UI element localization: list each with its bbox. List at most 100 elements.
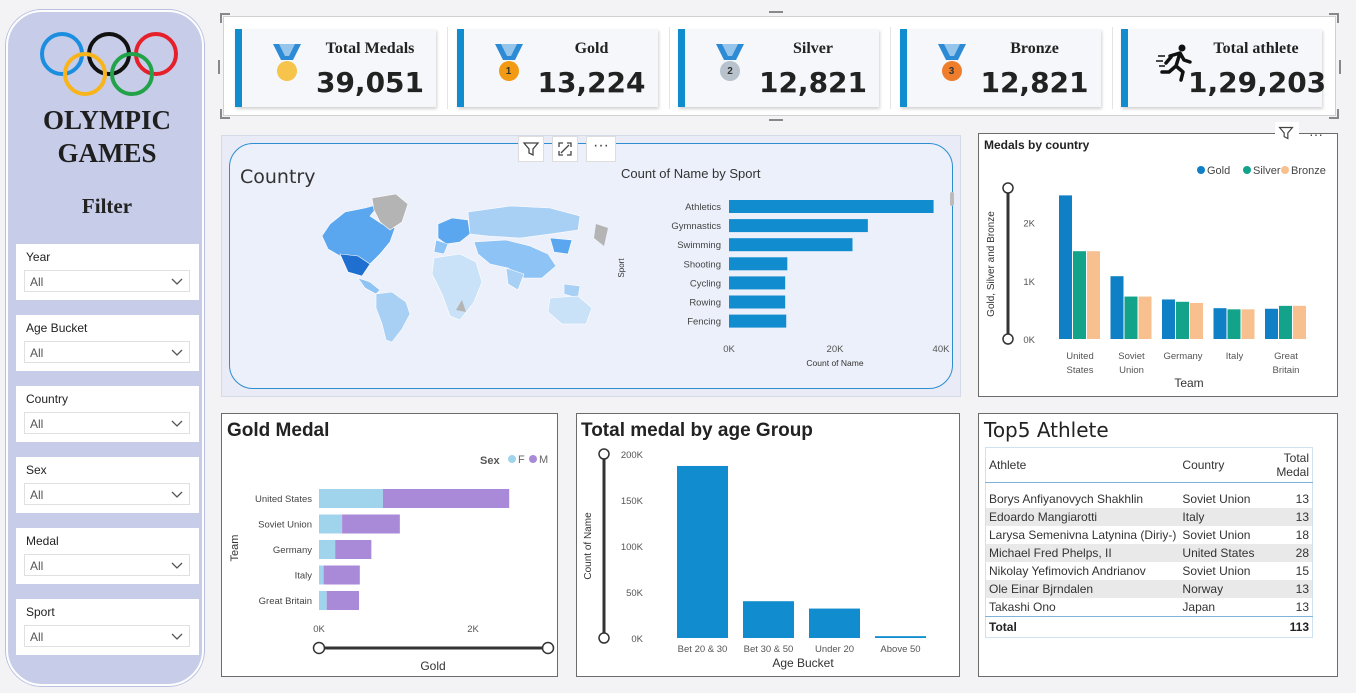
slicer-dropdown[interactable]: All [24, 483, 190, 505]
country-medal-bar[interactable] [1138, 296, 1152, 339]
resize-handle[interactable] [1329, 13, 1339, 23]
slicer-dropdown[interactable]: All [24, 341, 190, 363]
gold-stacked-bar[interactable] [342, 514, 400, 534]
kpi-label: Total athlete [1213, 40, 1299, 57]
country-medal-bar[interactable] [1110, 276, 1124, 339]
sport-x-tick: 40K [933, 344, 951, 355]
sport-bar[interactable] [729, 276, 786, 290]
slider-handle[interactable] [312, 641, 326, 655]
country-medal-bar[interactable] [1265, 308, 1278, 339]
table-column-header[interactable]: Country [1179, 447, 1258, 483]
gold-stacked-bar[interactable] [335, 540, 372, 559]
table-row[interactable]: Takashi Ono Japan 13 [985, 597, 1313, 616]
age-bar[interactable] [875, 636, 926, 638]
sport-bar[interactable] [729, 295, 786, 309]
age-bar[interactable] [809, 608, 860, 638]
focus-mode-icon[interactable] [552, 136, 578, 162]
country-category-label: Britain [1273, 365, 1300, 376]
slider-handle[interactable] [598, 632, 610, 644]
sport-category-label: Fencing [687, 317, 721, 328]
kpi-badge: 3 [948, 66, 955, 77]
country-medal-bar[interactable] [1213, 308, 1227, 339]
country-medal-bar[interactable] [1176, 301, 1189, 339]
country-medal-bar[interactable] [1073, 251, 1086, 339]
gold-stacked-bar[interactable] [326, 591, 360, 610]
sport-bar[interactable] [729, 200, 934, 213]
country-x-axis-label: Team [1174, 376, 1203, 390]
sport-x-tick: 20K [827, 344, 845, 355]
gold-stacked-bar[interactable] [319, 565, 324, 585]
slicer-dropdown[interactable]: All [24, 625, 190, 647]
sport-bar[interactable] [729, 238, 853, 252]
sport-x-tick: 0K [723, 344, 735, 355]
table-cell: 13 [1295, 599, 1309, 614]
filter-heading: Filter [81, 194, 133, 218]
gold-stacked-bar[interactable] [319, 489, 383, 508]
sport-category-label: Shooting [683, 259, 721, 270]
resize-handle[interactable] [220, 109, 230, 119]
top5-table-wrapper: Athlete Country Total Medal Borys Anfiyanov… [985, 447, 1313, 638]
legend-marker [508, 455, 516, 463]
chevron-down-icon [171, 491, 183, 498]
slicer-dropdown[interactable]: All [24, 412, 190, 434]
sport-bar[interactable] [729, 257, 788, 271]
country-medal-bar[interactable] [1241, 309, 1255, 339]
gold-stacked-bar[interactable] [319, 514, 343, 534]
resize-handle[interactable] [220, 13, 230, 23]
more-options-icon[interactable]: ··· [586, 136, 616, 162]
table-row[interactable]: Ole Einar Bjrndalen Norway 13 [985, 579, 1313, 598]
resize-handle[interactable] [1329, 109, 1339, 119]
country-medals-title: Medals by country [984, 138, 1090, 152]
sport-bar[interactable] [729, 314, 787, 328]
world-map[interactable] [310, 194, 610, 344]
chevron-down-icon [171, 420, 183, 427]
country-medal-bar[interactable] [1279, 305, 1292, 339]
filter-icon[interactable] [1275, 122, 1299, 144]
slider-handle[interactable] [1002, 182, 1014, 194]
table-cell: Larysa Semenivna Latynina (Diriy-) [989, 527, 1177, 542]
table-column-header[interactable]: Athlete [985, 447, 1180, 483]
table-row[interactable]: Borys Anfiyanovych Shakhlin Soviet Union 1… [985, 489, 1313, 508]
resize-handle[interactable] [1337, 60, 1341, 74]
gold-stacked-bar[interactable] [382, 489, 510, 508]
gold-stacked-bar[interactable] [323, 565, 360, 585]
gold-category-label: Great Britain [259, 596, 312, 607]
filter-icon[interactable] [518, 136, 544, 162]
sport-x-axis-label: Count of Name [806, 358, 863, 368]
country-medal-bar[interactable] [1227, 309, 1241, 339]
table-cell: Japan [1182, 599, 1216, 614]
table-row[interactable]: Larysa Semenivna Latynina (Diriy-) Soviet… [985, 525, 1313, 544]
age-bar[interactable] [743, 601, 794, 638]
slider-handle[interactable] [541, 641, 555, 655]
country-medal-bar[interactable] [1293, 305, 1306, 339]
kpi-divider [890, 27, 891, 109]
legend-label: M [539, 454, 548, 466]
slicer-dropdown[interactable]: All [24, 554, 190, 576]
slider-handle[interactable] [1002, 333, 1014, 345]
country-medal-bar[interactable] [1190, 302, 1203, 339]
table-row[interactable]: Nikolay Yefimovich Andrianov Soviet Union… [985, 561, 1313, 580]
age-bar[interactable] [677, 465, 728, 638]
table-cell: Italy [1182, 509, 1205, 524]
more-options-icon[interactable]: ··· [1309, 126, 1323, 142]
resize-handle[interactable] [769, 117, 783, 121]
country-medal-bar[interactable] [1162, 299, 1175, 339]
country-medal-bar[interactable] [1124, 296, 1138, 339]
resize-handle[interactable] [218, 60, 222, 74]
table-cell: Soviet Union [1182, 527, 1251, 542]
gold-stacked-bar[interactable] [319, 591, 327, 610]
country-medal-bar[interactable] [1059, 195, 1072, 339]
resize-handle[interactable] [769, 11, 783, 15]
slider-handle[interactable] [598, 448, 610, 460]
sport-bar[interactable] [729, 219, 868, 233]
slicer-dropdown[interactable]: All [24, 270, 190, 292]
age-y-axis-label: Count of Name [583, 512, 594, 580]
gold-stacked-bar[interactable] [319, 540, 336, 559]
sport-y-axis-label: Sport [617, 258, 626, 278]
table-row[interactable]: Michael Fred Phelps, II United States 28 [985, 543, 1313, 562]
table-row[interactable]: Edoardo Mangiarotti Italy 13 [985, 507, 1313, 526]
table-column-header[interactable]: Total Medal [1257, 447, 1313, 483]
country-medal-bar[interactable] [1087, 251, 1100, 339]
country-y-tick: 1K [1023, 277, 1035, 288]
country-y-axis-label: Gold, Silver and Bronze [986, 211, 997, 317]
